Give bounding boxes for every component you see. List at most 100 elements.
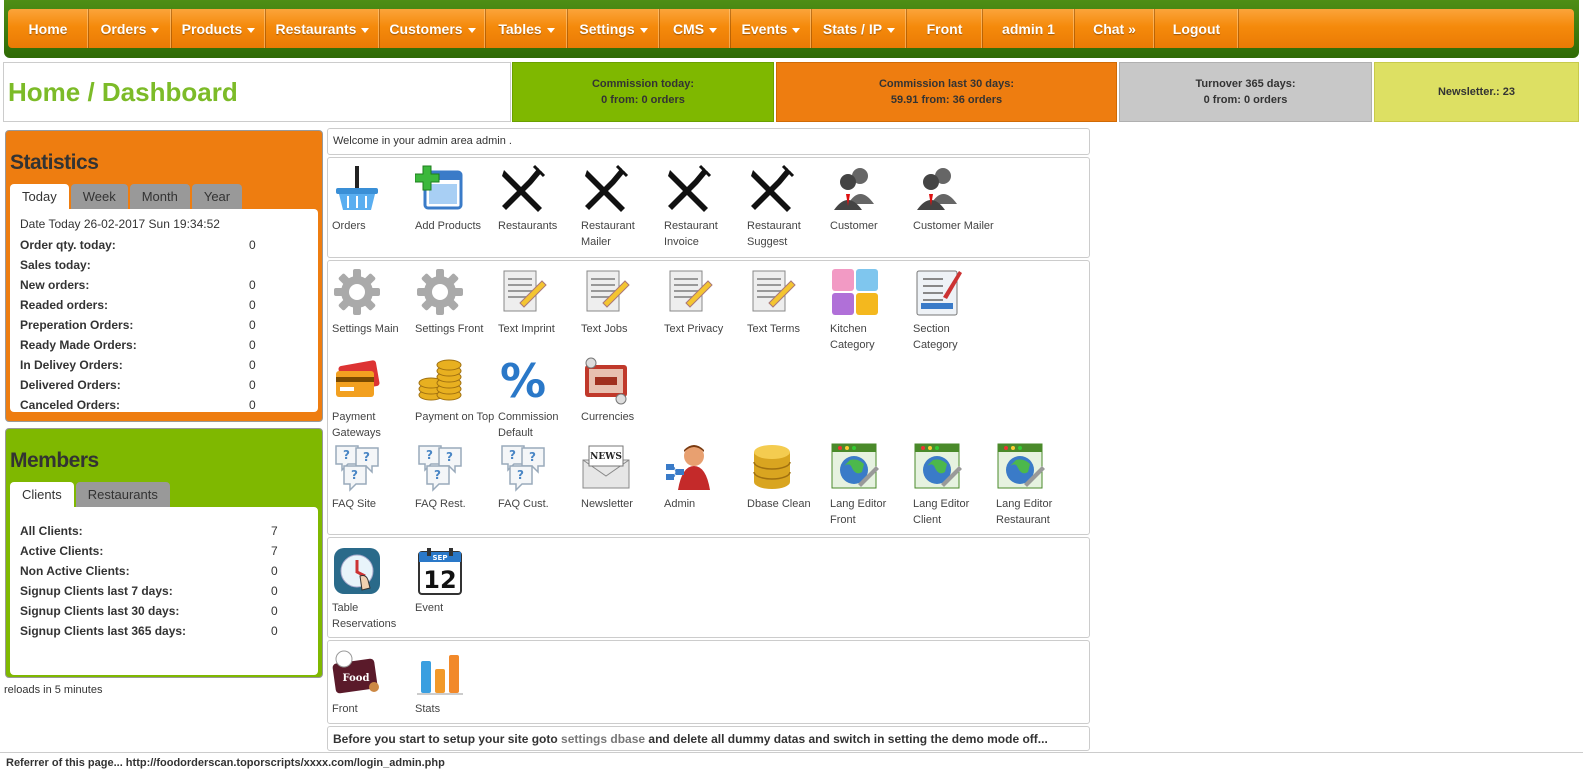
customer-mailer-link[interactable]: Customer Mailer xyxy=(913,164,996,234)
nav-products[interactable]: Products xyxy=(172,9,266,48)
nav-orders[interactable]: Orders xyxy=(89,9,172,48)
front-link[interactable]: Food Front xyxy=(332,647,415,717)
add-products-link[interactable]: Add Products xyxy=(415,164,498,234)
section-category-link[interactable]: Section Category xyxy=(913,267,996,353)
orders-link[interactable]: Orders xyxy=(332,164,415,234)
nav-settings[interactable]: Settings xyxy=(568,9,660,48)
document-edit-icon xyxy=(752,270,796,312)
nav-tables[interactable]: Tables xyxy=(486,9,568,48)
svg-text:?: ? xyxy=(426,448,433,462)
statistics-title: Statistics xyxy=(10,151,99,174)
lang-editor-front-link[interactable]: Lang Editor Front xyxy=(830,442,913,528)
svg-text:?: ? xyxy=(446,450,453,464)
icon-group-tables: Table Reservations SEP 12 Event xyxy=(327,537,1090,638)
chevron-down-icon xyxy=(546,27,555,33)
nav-front[interactable]: Front xyxy=(907,9,983,48)
calendar-icon: SEP 12 xyxy=(418,548,462,595)
commission-30days-box: Commission last 30 days: 59.91 from: 36 … xyxy=(776,62,1117,122)
checklist-icon xyxy=(916,270,962,316)
document-edit-icon xyxy=(669,270,713,312)
text-terms-link[interactable]: Text Terms xyxy=(747,267,830,337)
tab-month[interactable]: Month xyxy=(129,184,190,209)
member-row: Signup Clients last 30 days: 0 xyxy=(20,604,278,618)
restaurants-link[interactable]: Restaurants xyxy=(498,164,581,234)
chevron-down-icon xyxy=(247,27,256,33)
tab-today[interactable]: Today xyxy=(10,184,69,209)
restaurant-suggest-link[interactable]: Restaurant Suggest xyxy=(747,164,830,250)
gear-icon xyxy=(417,269,463,315)
currencies-link[interactable]: Currencies xyxy=(581,355,664,425)
svg-text:?: ? xyxy=(509,448,516,462)
member-row: Signup Clients last 365 days: 0 xyxy=(20,624,278,638)
settings-dbase-link[interactable]: settings dbase xyxy=(561,732,645,746)
nav-logout[interactable]: Logout xyxy=(1155,9,1239,48)
member-row: Active Clients: 7 xyxy=(20,544,278,558)
statistics-content: Date Today 26-02-2017 Sun 19:34:52 Order… xyxy=(10,209,318,412)
text-privacy-link[interactable]: Text Privacy xyxy=(664,267,747,337)
tab-week[interactable]: Week xyxy=(70,184,128,209)
svg-text:?: ? xyxy=(529,450,536,464)
svg-text:?: ? xyxy=(343,448,350,462)
commission-default-link[interactable]: % Commission Default xyxy=(498,355,581,441)
settings-front-link[interactable]: Settings Front xyxy=(415,267,498,337)
newsletter-link[interactable]: NEWS Newsletter xyxy=(581,442,664,512)
member-row: Signup Clients last 7 days: 0 xyxy=(20,584,278,598)
faq-site-link[interactable]: ??? FAQ Site xyxy=(332,442,415,512)
globe-editor-icon xyxy=(831,443,879,489)
dbase-clean-link[interactable]: Dbase Clean xyxy=(747,442,830,512)
nav-events[interactable]: Events xyxy=(731,9,812,48)
referrer-footer: Referrer of this page... http://foodorde… xyxy=(0,752,1583,770)
event-link[interactable]: SEP 12 Event xyxy=(415,546,498,616)
top-navbar: Home Orders Products Restaurants Custome… xyxy=(4,0,1579,58)
page-title: Home / Dashboard xyxy=(8,76,238,107)
admin-link[interactable]: Admin xyxy=(664,442,747,512)
customer-link[interactable]: Customer xyxy=(830,164,913,234)
nav-stats-ip[interactable]: Stats / IP xyxy=(812,9,907,48)
tab-clients[interactable]: Clients xyxy=(10,482,74,507)
coins-icon xyxy=(418,359,462,401)
globe-editor-icon xyxy=(914,443,962,489)
settings-main-link[interactable]: Settings Main xyxy=(332,267,415,337)
nav-admin-user[interactable]: admin 1 xyxy=(983,9,1075,48)
nav-restaurants[interactable]: Restaurants xyxy=(266,9,380,48)
text-jobs-link[interactable]: Text Jobs xyxy=(581,267,664,337)
database-icon xyxy=(753,445,791,489)
payment-on-top-link[interactable]: Payment on Top xyxy=(415,355,498,425)
basket-icon xyxy=(336,166,378,210)
currency-notes-icon xyxy=(585,357,627,405)
nav-customers[interactable]: Customers xyxy=(380,9,486,48)
kitchen-category-icon xyxy=(832,269,878,315)
payment-gateways-link[interactable]: Payment Gateways xyxy=(332,355,415,441)
nav-chat[interactable]: Chat » xyxy=(1075,9,1155,48)
tab-restaurants[interactable]: Restaurants xyxy=(75,482,170,507)
news-envelope-icon: NEWS xyxy=(582,445,630,489)
svg-text:?: ? xyxy=(363,450,370,464)
table-reservations-link[interactable]: Table Reservations xyxy=(332,546,415,632)
faq-cust-link[interactable]: ??? FAQ Cust. xyxy=(498,442,581,512)
text-imprint-link[interactable]: Text Imprint xyxy=(498,267,581,337)
restaurant-invoice-link[interactable]: Restaurant Invoice xyxy=(664,164,747,250)
chevron-down-icon xyxy=(887,27,896,33)
members-tabs: Clients Restaurants xyxy=(10,481,318,507)
stat-row: New orders: 0 xyxy=(20,278,256,292)
stats-link[interactable]: Stats xyxy=(415,647,498,717)
nav-cms[interactable]: CMS xyxy=(660,9,731,48)
svg-text:NEWS: NEWS xyxy=(590,452,622,462)
stat-row: Order qty. today: 0 xyxy=(20,238,256,252)
faq-rest-link[interactable]: ??? FAQ Rest. xyxy=(415,442,498,512)
admin-user-icon xyxy=(666,445,710,490)
kitchen-category-link[interactable]: Kitchen Category xyxy=(830,267,913,353)
nav-home[interactable]: Home xyxy=(8,9,89,48)
chevron-down-icon xyxy=(151,27,160,33)
lang-editor-client-link[interactable]: Lang Editor Client xyxy=(913,442,996,528)
lang-editor-restaurant-link[interactable]: Lang Editor Restaurant xyxy=(996,442,1079,528)
members-title: Members xyxy=(10,449,99,472)
stat-row: Preperation Orders: 0 xyxy=(20,318,256,332)
document-edit-icon xyxy=(586,270,630,312)
restaurant-mailer-link[interactable]: Restaurant Mailer xyxy=(581,164,664,250)
credit-card-icon xyxy=(336,360,380,397)
help-bubbles-icon: ??? xyxy=(501,445,545,492)
newsletter-box: Newsletter.: 23 xyxy=(1374,62,1579,122)
tab-year[interactable]: Year xyxy=(191,184,243,209)
svg-text:?: ? xyxy=(434,468,441,482)
